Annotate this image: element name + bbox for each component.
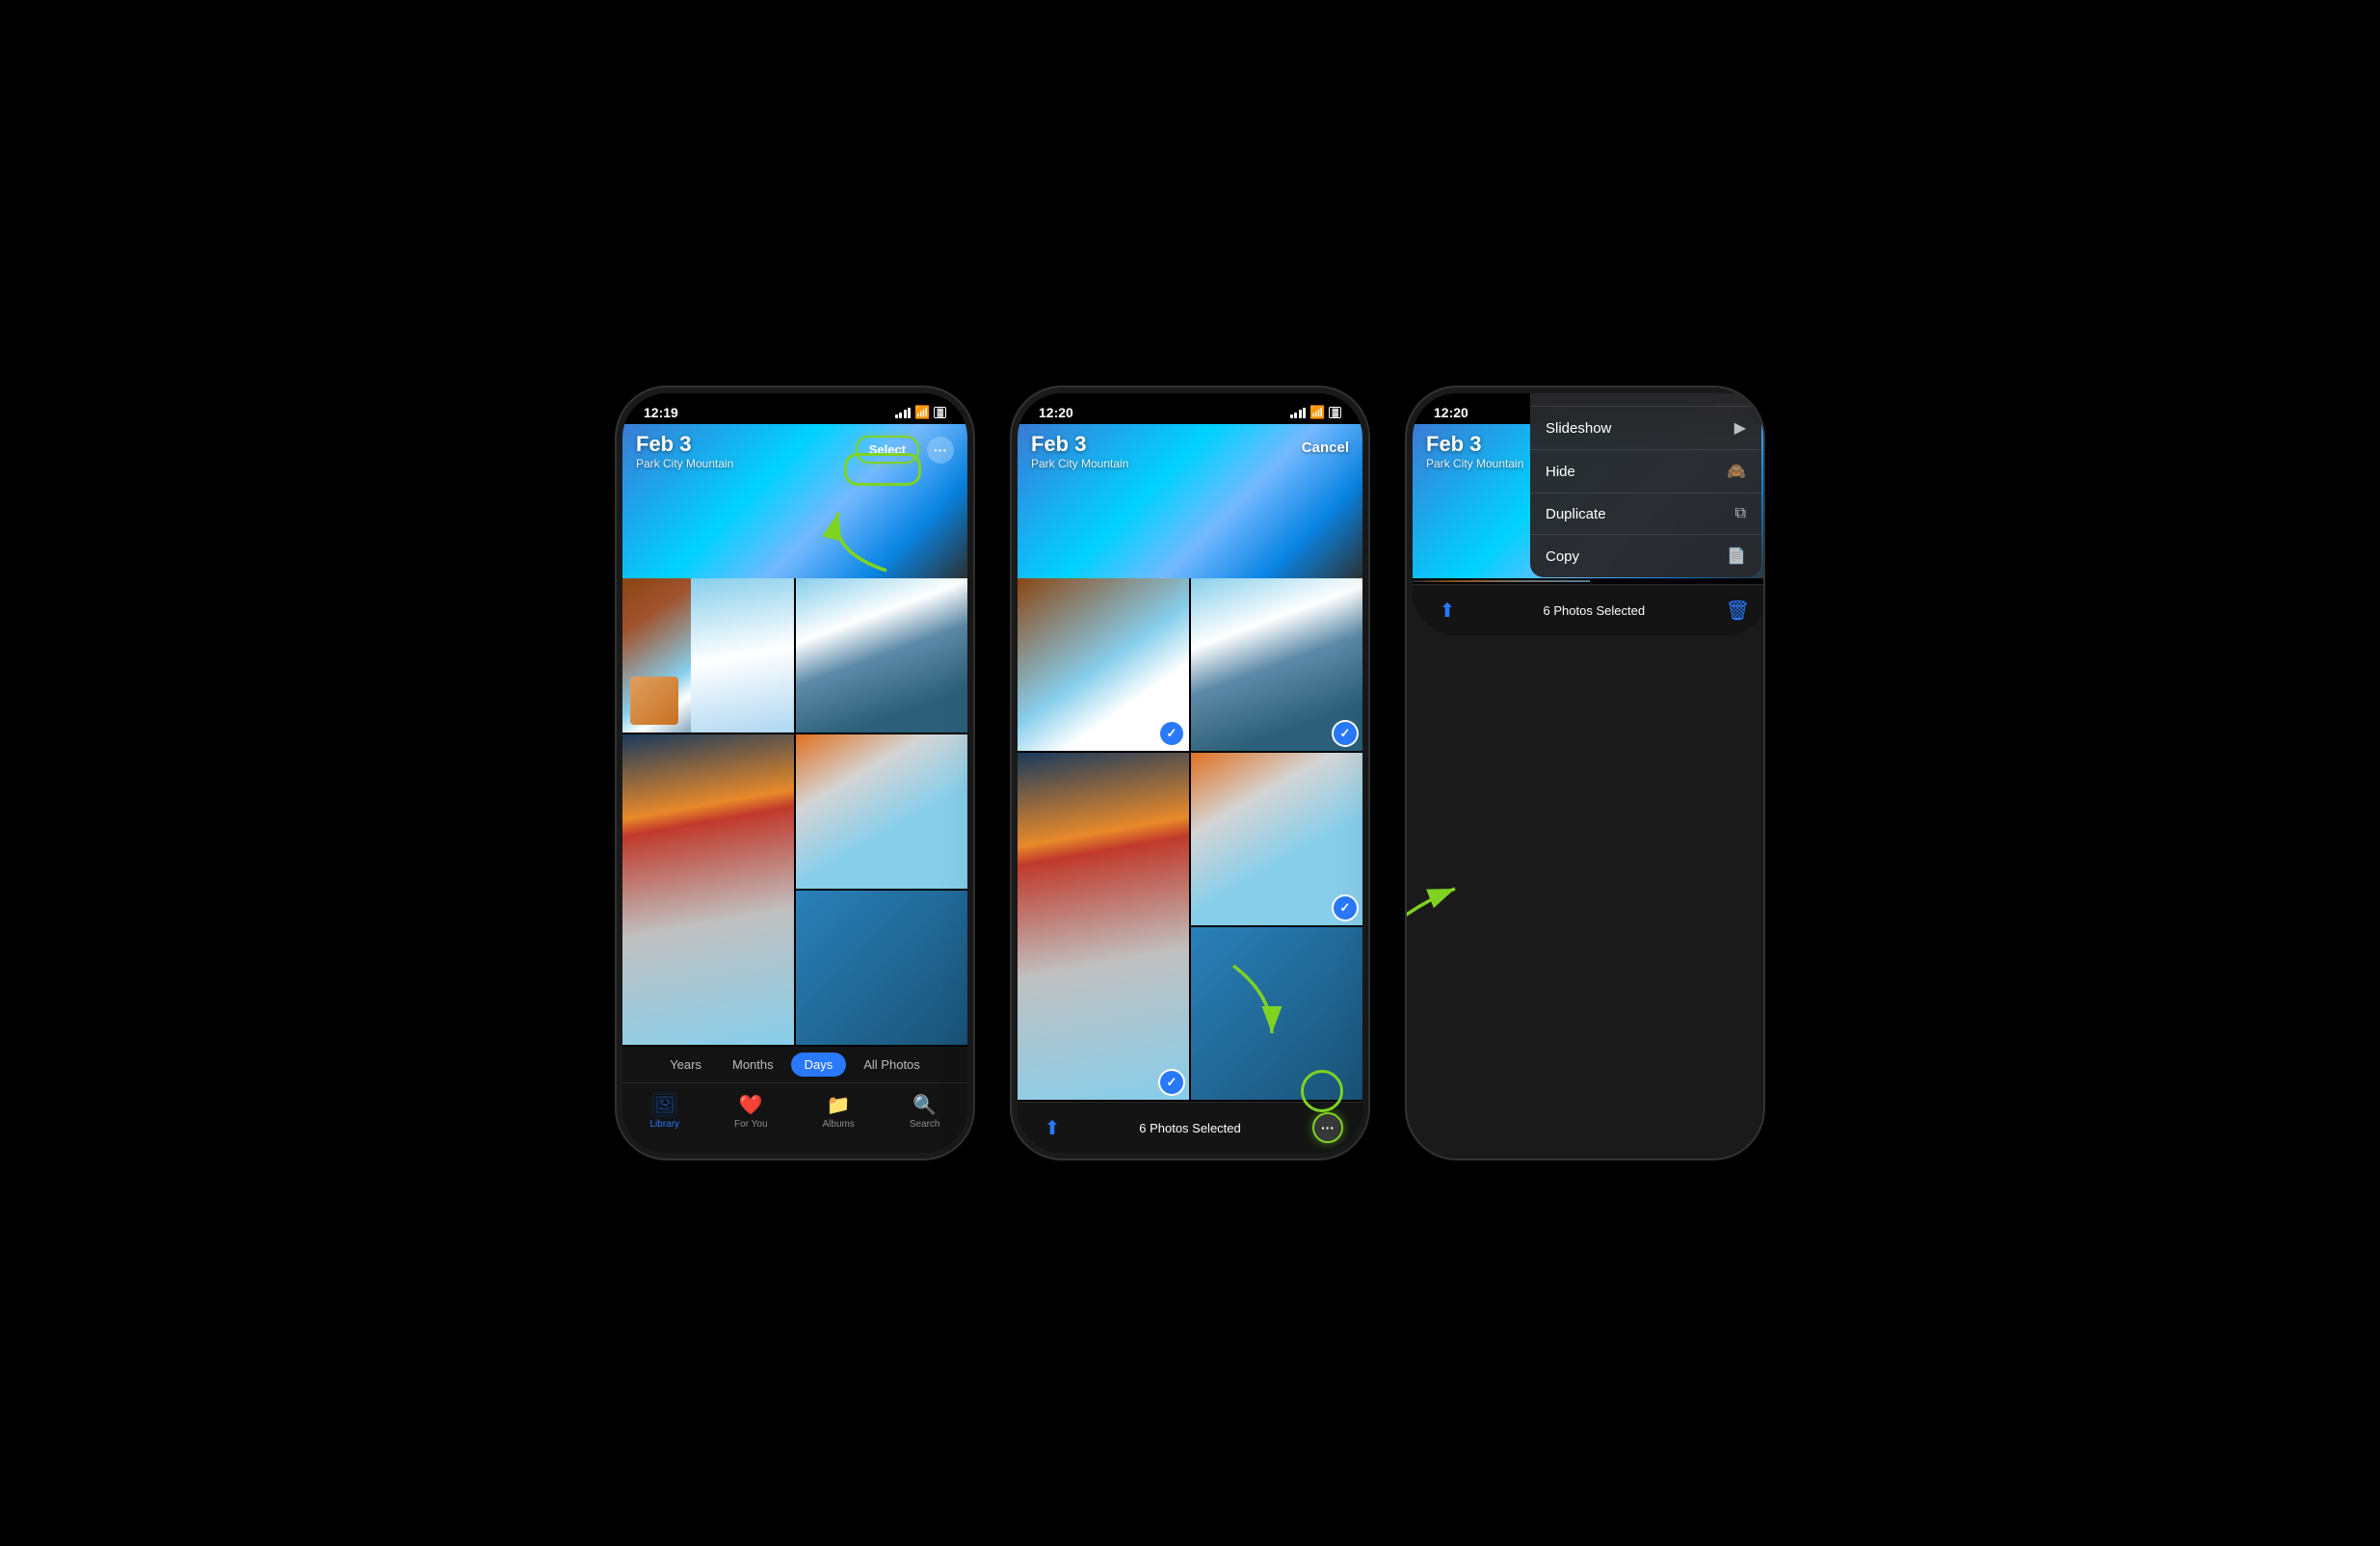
- tab-albums[interactable]: 📁 Albums: [812, 1089, 863, 1133]
- pill-months[interactable]: Months: [719, 1053, 787, 1077]
- library-icon: 🖼: [652, 1093, 676, 1117]
- tab-label-search: Search: [910, 1119, 940, 1130]
- menu-duplicate[interactable]: Duplicate ⧉: [1530, 493, 1761, 535]
- arrow-3: [1407, 850, 1484, 966]
- photo-cell-2-mountain[interactable]: ✓: [1191, 578, 1362, 751]
- header-date-2: Feb 3: [1031, 432, 1128, 457]
- wifi-icon-2: 📶: [1309, 405, 1325, 420]
- header-date-3: Feb 3: [1426, 432, 1523, 457]
- battery-icon: ▓: [934, 407, 946, 418]
- notch-2: [1132, 393, 1248, 422]
- wifi-icon: 📶: [914, 405, 930, 420]
- trash-icon-3[interactable]: 🗑: [1726, 599, 1750, 623]
- photo-cell-mountain[interactable]: [796, 578, 967, 733]
- photo-cell-2-cabin[interactable]: ✓: [1018, 578, 1189, 751]
- menu-label-duplicate: Duplicate: [1546, 506, 1606, 522]
- menu-add-album[interactable]: Add to Album 🗂: [1530, 393, 1761, 407]
- photo-grid-3: ✓ ✓ ✓: [1413, 578, 1763, 584]
- tab-label-library: Library: [649, 1119, 679, 1130]
- bottom-toolbar-3: ⬆ 6 Photos Selected 🗑: [1413, 584, 1763, 635]
- menu-icon-add-album: 🗂: [1727, 393, 1746, 394]
- header-date-1: Feb 3: [636, 432, 733, 457]
- photo-grid-2: ✓ ✓ ✓ ✓ ✓: [1018, 578, 1362, 1102]
- check-1: ✓: [1160, 722, 1183, 745]
- scene: 12:19 📶 ▓ Feb 3: [617, 387, 1763, 1159]
- check-2: ✓: [1334, 722, 1357, 745]
- more-button-2[interactable]: ···: [1312, 1112, 1343, 1143]
- menu-icon-duplicate: ⧉: [1735, 505, 1746, 522]
- menu-copy[interactable]: Copy 📄: [1530, 535, 1761, 577]
- menu-label-copy: Copy: [1546, 548, 1579, 565]
- tab-bar-1: 🖼 Library ❤️ For You 📁 Albums 🔍 Search: [622, 1082, 967, 1153]
- albums-icon: 📁: [827, 1093, 851, 1117]
- notch: [737, 393, 853, 422]
- bottom-toolbar-2: ⬆ 6 Photos Selected ···: [1018, 1102, 1362, 1153]
- header-location-2: Park City Mountain: [1031, 457, 1128, 470]
- header-bar-1: Feb 3 Park City Mountain Select ···: [622, 424, 967, 478]
- photo-grid-1: [622, 578, 967, 1047]
- menu-slideshow[interactable]: Slideshow ▶: [1530, 407, 1761, 450]
- menu-hide[interactable]: Hide 🙈: [1530, 450, 1761, 493]
- photo-cell-cabin[interactable]: [622, 578, 794, 733]
- tab-label-foryou: For You: [734, 1119, 767, 1130]
- signal-icon-2: [1290, 408, 1307, 418]
- hero-photo-1: Feb 3 Park City Mountain Select ···: [622, 424, 967, 578]
- check-4: ✓: [1334, 896, 1357, 920]
- photo-cell-2-two-skiers[interactable]: ✓: [1191, 753, 1362, 925]
- cancel-button-2[interactable]: Cancel: [1302, 436, 1349, 460]
- status-time-1: 12:19: [644, 405, 678, 420]
- menu-label-hide: Hide: [1546, 464, 1575, 480]
- pill-days[interactable]: Days: [791, 1053, 847, 1077]
- menu-icon-copy: 📄: [1727, 546, 1746, 566]
- tab-library[interactable]: 🖼 Library: [640, 1089, 689, 1133]
- tab-search[interactable]: 🔍 Search: [900, 1089, 950, 1133]
- phone-1: 12:19 📶 ▓ Feb 3: [617, 387, 973, 1159]
- share-icon-2[interactable]: ⬆: [1037, 1112, 1068, 1143]
- selected-count-3: 6 Photos Selected: [1544, 603, 1646, 618]
- photo-cell-2-blue[interactable]: [1191, 927, 1362, 1100]
- header-location-3: Park City Mountain: [1426, 457, 1523, 470]
- context-menu: Adjust Location ⓘ Adjust Date & Time 📅 R…: [1530, 393, 1761, 577]
- day-filter-1: Years Months Days All Photos: [622, 1047, 967, 1082]
- pill-all[interactable]: All Photos: [850, 1053, 934, 1077]
- phone-2: 12:20 📶 ▓ Feb 3: [1012, 387, 1368, 1159]
- header-bar-2: Feb 3 Park City Mountain Cancel: [1018, 424, 1362, 478]
- menu-label-slideshow: Slideshow: [1546, 420, 1611, 437]
- status-icons-1: 📶 ▓: [895, 405, 946, 420]
- status-time-3: 12:20: [1434, 405, 1468, 420]
- status-time-2: 12:20: [1039, 405, 1073, 420]
- select-button-1[interactable]: Select: [856, 436, 919, 464]
- tab-foryou[interactable]: ❤️ For You: [725, 1089, 777, 1133]
- share-icon-3[interactable]: ⬆: [1432, 595, 1463, 626]
- header-location-1: Park City Mountain: [636, 457, 733, 470]
- menu-icon-slideshow: ▶: [1734, 418, 1746, 438]
- tab-label-albums: Albums: [822, 1119, 854, 1130]
- photo-cell-two-skiers[interactable]: [796, 734, 967, 889]
- photo-cell-selfie[interactable]: [622, 734, 794, 1045]
- selected-count-2: 6 Photos Selected: [1139, 1121, 1241, 1135]
- photo-cell-3-selfie[interactable]: [1413, 580, 1590, 582]
- battery-icon-2: ▓: [1329, 407, 1341, 418]
- foryou-icon: ❤️: [739, 1093, 763, 1117]
- photo-cell-2-selfie[interactable]: ✓: [1018, 753, 1189, 1100]
- status-icons-2: 📶 ▓: [1290, 405, 1341, 420]
- check-3: ✓: [1160, 1071, 1183, 1094]
- hero-photo-2: Feb 3 Park City Mountain Cancel: [1018, 424, 1362, 578]
- menu-icon-hide: 🙈: [1727, 462, 1746, 481]
- signal-icon: [895, 408, 912, 418]
- photo-cell-blue[interactable]: [796, 891, 967, 1045]
- more-button-1[interactable]: ···: [927, 437, 954, 464]
- pill-years[interactable]: Years: [656, 1053, 715, 1077]
- search-icon: 🔍: [912, 1093, 937, 1117]
- phone-3: 12:20 📶 ▓ Feb 3: [1407, 387, 1763, 1159]
